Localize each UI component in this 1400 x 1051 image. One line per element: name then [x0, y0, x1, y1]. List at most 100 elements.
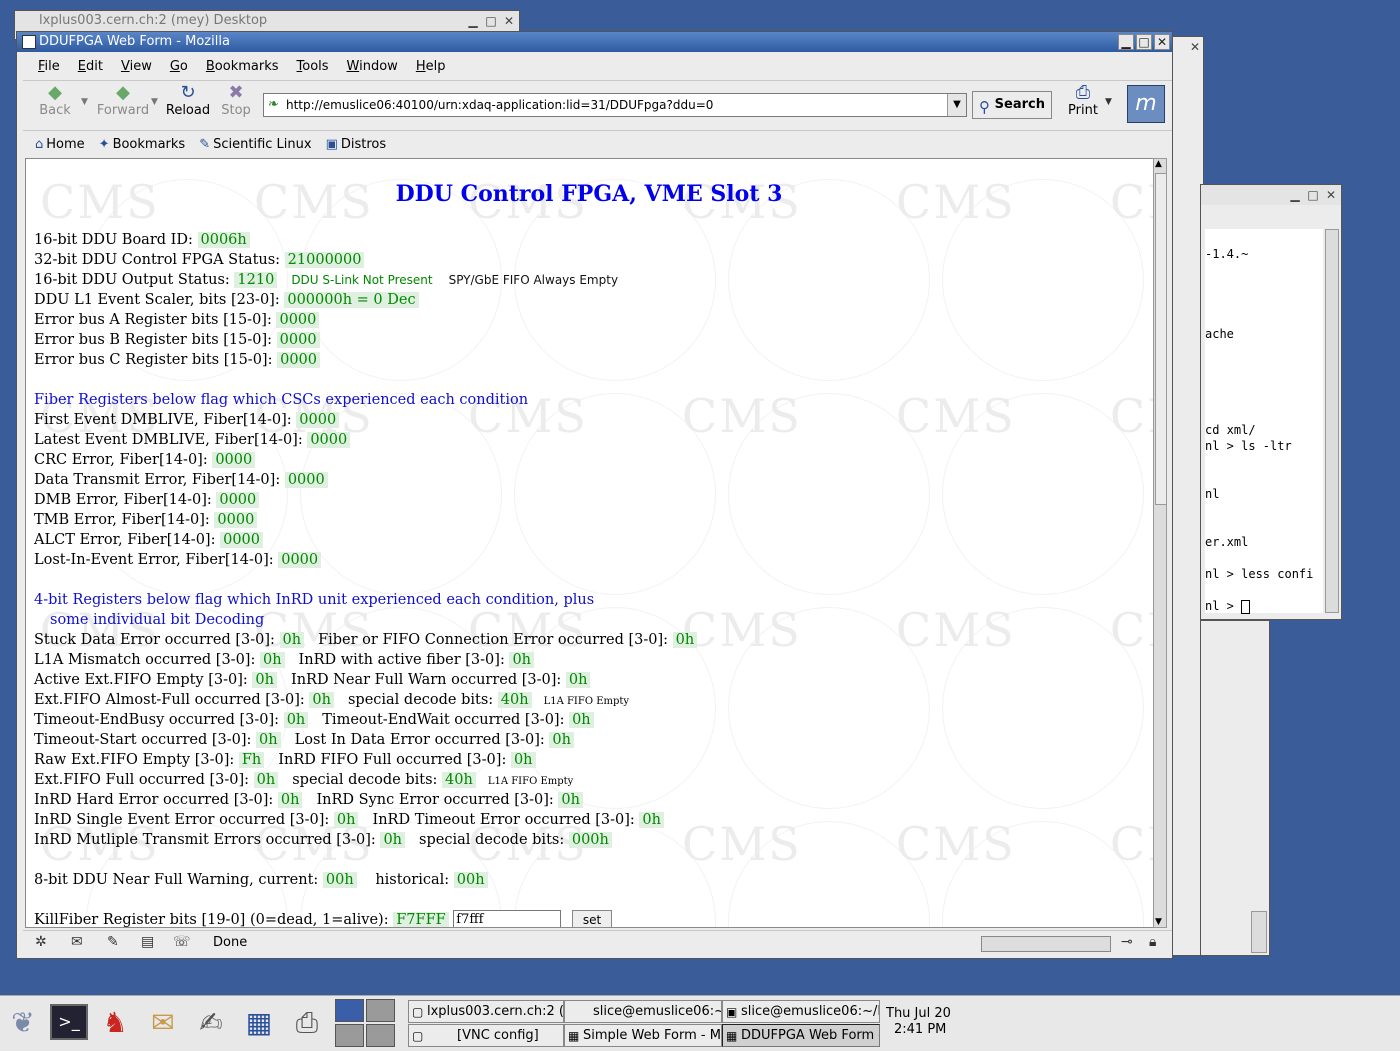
background-window-lower[interactable] [1200, 620, 1270, 956]
security-lock-icon[interactable]: 🔒︎ [1149, 934, 1156, 950]
menu-help[interactable]: Help [409, 56, 453, 78]
scrollbar-thumb[interactable] [1155, 173, 1167, 505]
menu-view[interactable]: View [114, 56, 159, 78]
task-simple-web-form[interactable]: ▦ Simple Web Form - Mo: [564, 1024, 722, 1047]
presentation-launcher-icon[interactable]: ▦ [240, 1004, 278, 1042]
inrd-row: InRD Single Event Error occurred [3-0]: … [34, 810, 664, 830]
terminal-cursor [1241, 599, 1251, 614]
reload-icon: ↻ [180, 82, 196, 103]
bookmark-scientific-linux[interactable]: ✎ Scientific Linux [199, 137, 311, 152]
reload-button[interactable]: ↻ Reload [165, 82, 211, 119]
inrd-label: InRD with active fiber [3-0]: [298, 652, 510, 668]
status-label: Error bus B Register bits [15-0]: [34, 332, 277, 348]
minimize-icon[interactable]: ▁ [465, 13, 481, 29]
status-row: 16-bit DDU Board ID: 0006h [34, 230, 250, 250]
background-window-right[interactable]: ✕ [1170, 36, 1204, 956]
scroll-down-icon[interactable]: ▼ [1155, 917, 1162, 927]
menu-edit[interactable]: Edit [71, 56, 110, 78]
forward-button[interactable]: ◆ Forward [95, 82, 151, 119]
workspace-1[interactable] [335, 999, 364, 1022]
workspace-pager[interactable] [335, 999, 395, 1047]
minimize-icon[interactable]: ▁ [1118, 34, 1134, 50]
navigator-icon[interactable]: ✲ [35, 934, 47, 950]
address-book-icon[interactable]: ▤ [141, 934, 154, 950]
close-icon[interactable]: ✕ [1187, 39, 1203, 55]
background-scrollbar[interactable] [1251, 911, 1267, 953]
page-vertical-scrollbar[interactable]: ▲ ▼ [1153, 158, 1167, 928]
background-window-titlebar[interactable]: lxplus003.cern.ch:2 (mey) Desktop ▁ □ ✕ [15, 11, 519, 31]
back-arrow-icon: ◆ [48, 82, 62, 103]
inrd-value: 0h [277, 792, 303, 808]
main-menu-icon[interactable]: ❦ [4, 1004, 42, 1042]
url-dropdown-icon[interactable]: ▼ [947, 94, 966, 116]
workspace-4[interactable] [366, 1024, 395, 1047]
close-icon[interactable]: ✕ [1154, 34, 1170, 50]
task-terminal-2[interactable]: ▣ slice@emuslice06:~/D/ [722, 1000, 880, 1023]
kill-fiber-set-button[interactable]: set [571, 910, 613, 927]
maximize-icon[interactable]: □ [1136, 34, 1152, 50]
forward-dropdown-icon[interactable]: ▼ [151, 97, 158, 107]
terminal-output[interactable]: -1.4.~ ache cd xml/ nl > ls -ltr nl er.x… [1205, 229, 1323, 614]
fiber-label: First Event DMBLIVE, Fiber[14-0]: [34, 412, 297, 428]
print-dropdown-icon[interactable]: ▼ [1105, 97, 1112, 107]
print-manager-launcher-icon[interactable]: ⎙ [288, 1004, 326, 1042]
composer-icon[interactable]: ✎ [107, 934, 119, 950]
task-ddufpga-web-form[interactable]: ▦ DDUFPGA Web Form - [722, 1024, 880, 1047]
forward-arrow-icon: ◆ [116, 82, 130, 103]
terminal-titlebar[interactable]: ▁ □ ✕ [1201, 185, 1341, 205]
terminal-window[interactable]: ▁ □ ✕ -1.4.~ ache cd xml/ nl > ls -ltr n… [1200, 184, 1342, 620]
maximize-icon[interactable]: □ [483, 13, 499, 29]
close-icon[interactable]: ✕ [1323, 187, 1339, 203]
bookmark-home[interactable]: ⌂ Home [35, 137, 85, 152]
mail-launcher-icon[interactable]: ✉ [144, 1004, 182, 1042]
menu-bookmarks[interactable]: Bookmarks [199, 56, 286, 78]
task-vnc-config[interactable]: ▢ [VNC config] [408, 1024, 564, 1047]
fiber-label: CRC Error, Fiber[14-0]: [34, 452, 213, 468]
status-value: 21000000 [284, 252, 365, 268]
menu-bar: File Edit View Go Bookmarks Tools Window… [31, 56, 1172, 78]
menu-go[interactable]: Go [163, 56, 195, 78]
url-bar[interactable]: ❧ ▼ [263, 93, 967, 117]
print-button[interactable]: ⎙ Print [1063, 83, 1103, 119]
task-desktop-window[interactable]: ▢lxplus003.cern.ch:2 (me [408, 1000, 564, 1023]
task-terminal-1[interactable]: slice@emuslice06:~ [564, 1000, 722, 1023]
throbber-logo[interactable]: m [1127, 85, 1165, 123]
mail-icon[interactable]: ✉ [71, 934, 83, 950]
inrd-label: Raw Ext.FIFO Empty [3-0]: [34, 752, 239, 768]
search-button[interactable]: ⚲ Search [972, 91, 1052, 119]
inrd-row: Active Ext.FIFO Empty [3-0]: 0h InRD Near… [34, 670, 591, 690]
browser-window[interactable]: DDUFPGA Web Form - Mozilla ▁ □ ✕ File Ed… [16, 31, 1173, 959]
menu-tools[interactable]: Tools [290, 56, 336, 78]
irc-chat-icon[interactable]: ☏ [173, 934, 191, 950]
browser-titlebar[interactable]: DDUFPGA Web Form - Mozilla ▁ □ ✕ [17, 32, 1172, 52]
scroll-up-icon[interactable]: ▲ [1155, 159, 1162, 169]
kill-fiber-input[interactable]: f7fff [453, 910, 562, 927]
back-button[interactable]: ◆ Back [35, 82, 75, 119]
minimize-icon[interactable]: ▁ [1287, 187, 1303, 203]
inrd-label: Stuck Data Error occurred [3-0]: [34, 632, 280, 648]
url-input[interactable] [286, 96, 946, 114]
terminal-scrollbar[interactable] [1325, 229, 1339, 613]
online-connection-icon[interactable]: ⊸ [1121, 934, 1133, 950]
bookmark-distros[interactable]: ▣ Distros [326, 137, 387, 152]
stop-button[interactable]: ✖ Stop [219, 83, 253, 119]
near-full-row: 8-bit DDU Near Full Warning, current: 00… [34, 870, 488, 890]
clock[interactable]: Thu Jul 20 2:41 PM [886, 1006, 951, 1038]
workspace-2[interactable] [366, 999, 395, 1022]
kill-fiber-value: F7FFF [393, 912, 449, 927]
menu-file[interactable]: File [31, 56, 67, 78]
terminal-launcher-icon[interactable]: >_ [50, 1004, 88, 1040]
back-dropdown-icon[interactable]: ▼ [81, 97, 88, 107]
watermark-text: CMS [682, 603, 802, 657]
bookmark-bookmarks[interactable]: ✦ Bookmarks [99, 137, 186, 152]
mozilla-launcher-icon[interactable]: ♞ [96, 1004, 134, 1042]
writer-launcher-icon[interactable]: ✍ [192, 1004, 230, 1042]
page-content[interactable]: CMSCMSCMSCMSCMSCMSCMSCMSCMSCMSCMSCMSCMSC… [25, 158, 1154, 928]
output-status-note: SPY/GbE FIFO Always Empty [448, 273, 619, 287]
workspace-3[interactable] [335, 1024, 364, 1047]
fiber-value: 0000 [214, 512, 258, 528]
fiber-row: Lost-In-Event Error, Fiber[14-0]: 0000 [34, 550, 322, 570]
maximize-icon[interactable]: □ [1305, 187, 1321, 203]
menu-window[interactable]: Window [340, 56, 405, 78]
close-icon[interactable]: ✕ [501, 13, 517, 29]
